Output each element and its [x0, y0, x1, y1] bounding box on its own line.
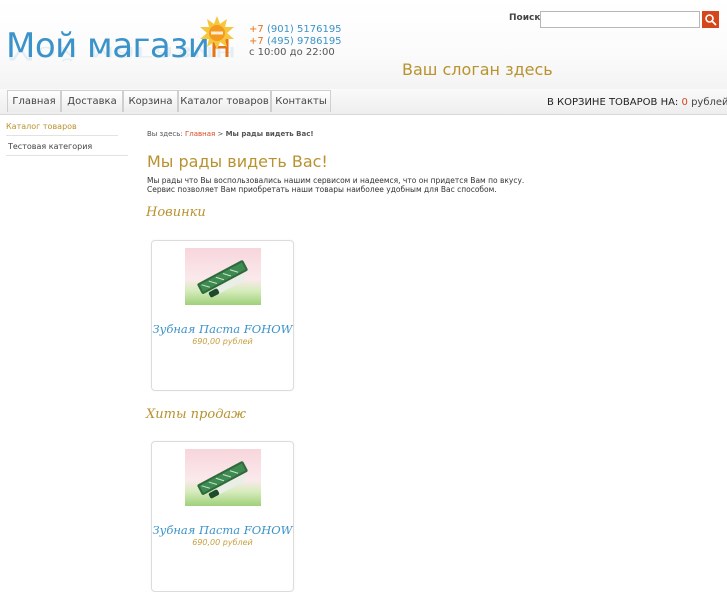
slogan: Ваш слоган здесь [402, 60, 553, 79]
cart-amount: 0 [681, 97, 688, 108]
breadcrumb-current: Мы рады видеть Вас! [225, 130, 314, 138]
divider [6, 155, 128, 156]
nav-item-cart[interactable]: Корзина [123, 90, 178, 112]
sunburst-badge-icon [200, 16, 234, 50]
cart-summary[interactable]: В КОРЗИНЕ ТОВАРОВ НА: 0 рублей [547, 97, 727, 108]
nav-item-contacts[interactable]: Контакты [271, 90, 331, 112]
search-icon [705, 14, 717, 26]
product-price: 690,00 рублей [192, 538, 253, 547]
breadcrumb-home-link[interactable]: Главная [185, 130, 215, 138]
product-name[interactable]: Зубная Паста FOHOW [152, 523, 293, 537]
intro-text: Мы рады что Вы воспользовались нашим сер… [147, 176, 525, 194]
search-input[interactable] [540, 11, 700, 28]
search-label: Поиск [509, 13, 541, 23]
sidebar-title: Каталог товаров [6, 122, 77, 131]
section-title-bestsellers: Хиты продаж [146, 407, 246, 422]
breadcrumb: Вы здесь: Главная > Мы рады видеть Вас! [147, 130, 314, 138]
product-name[interactable]: Зубная Паста FOHOW [152, 322, 293, 336]
cart-label: В КОРЗИНЕ ТОВАРОВ НА: [547, 97, 679, 108]
product-card[interactable]: Зубная Паста FOHOW 690,00 рублей [151, 441, 294, 592]
sidebar-item-test-category[interactable]: Тестовая категория [8, 142, 92, 151]
divider [6, 135, 118, 136]
phone-1: +7 (901) 5176195 [249, 24, 342, 35]
product-image[interactable] [185, 449, 261, 506]
nav-item-home[interactable]: Главная [7, 90, 61, 112]
product-price: 690,00 рублей [192, 337, 253, 346]
nav-item-catalog[interactable]: Каталог товаров [178, 90, 271, 112]
page-title: Мы рады видеть Вас! [147, 152, 328, 171]
nav-item-delivery[interactable]: Доставка [61, 90, 123, 112]
product-card[interactable]: Зубная Паста FOHOW 690,00 рублей [151, 240, 294, 391]
contact-info: +7 (901) 5176195 +7 (495) 9786195 с 10:0… [249, 24, 342, 59]
phone-2: +7 (495) 9786195 [249, 35, 342, 47]
section-title-new: Новинки [146, 205, 206, 220]
search-button[interactable] [702, 11, 719, 28]
opening-hours: с 10:00 до 22:00 [249, 47, 335, 58]
cart-currency: рублей [691, 97, 727, 108]
product-image[interactable] [185, 248, 261, 305]
